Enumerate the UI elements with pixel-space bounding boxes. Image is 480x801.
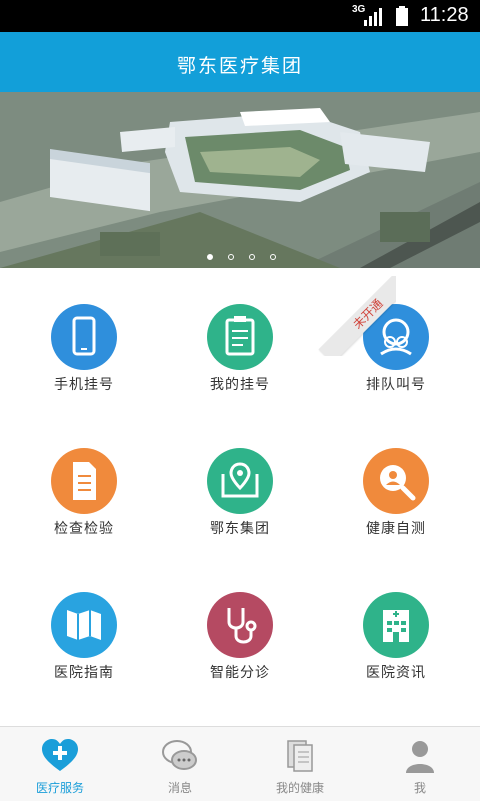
tab-label: 消息 <box>167 781 192 795</box>
header-bar: 鄂东医疗集团 <box>0 32 480 92</box>
tab-messages[interactable]: 消息 <box>120 727 240 801</box>
service-health-self-test[interactable]: 健康自测 <box>336 448 456 558</box>
clock: 11:28 <box>420 4 469 26</box>
service-hospital-news[interactable]: 医院资讯 <box>336 592 456 702</box>
battery-icon <box>396 6 408 26</box>
service-my-registration[interactable]: 我的挂号 <box>180 304 300 414</box>
banner-carousel[interactable] <box>0 92 480 268</box>
status-bar: 3G 11:28 <box>0 0 480 32</box>
tab-label: 医疗服务 <box>35 781 84 795</box>
chat-bubbles-icon <box>162 740 197 770</box>
phone-icon <box>51 304 117 370</box>
service-edong-group[interactable]: 鄂东集团 <box>180 448 300 558</box>
badge-text: 未开通 <box>318 276 396 356</box>
hospital-aerial-image <box>0 92 480 268</box>
service-label: 医院指南 <box>54 665 114 681</box>
signal-icon <box>364 8 382 26</box>
service-label: 智能分诊 <box>210 665 270 681</box>
carousel-indicator <box>207 254 277 262</box>
service-label: 手机挂号 <box>54 377 114 393</box>
tab-my-health[interactable]: 我的健康 <box>240 727 360 801</box>
service-label: 健康自测 <box>366 521 426 537</box>
carousel-dot[interactable] <box>228 254 234 260</box>
service-label: 检查检验 <box>54 521 114 537</box>
tab-label: 我的健康 <box>275 781 324 795</box>
service-label: 我的挂号 <box>210 377 270 393</box>
map-icon <box>51 592 117 658</box>
carousel-dot[interactable] <box>249 254 255 260</box>
documents-icon <box>287 740 313 772</box>
page-title: 鄂东医疗集团 <box>176 55 303 77</box>
tab-label: 我 <box>413 781 426 795</box>
service-mobile-registration[interactable]: 手机挂号 <box>24 304 144 414</box>
service-label: 医院资讯 <box>366 665 426 681</box>
service-hospital-guide[interactable]: 医院指南 <box>24 592 144 702</box>
service-smart-triage[interactable]: 智能分诊 <box>180 592 300 702</box>
tab-medical-services[interactable]: 医疗服务 <box>0 727 120 801</box>
not-available-badge: 未开通 <box>316 276 396 356</box>
carousel-dot[interactable] <box>207 254 213 260</box>
stethoscope-icon <box>207 592 273 658</box>
magnifier-person-icon <box>363 448 429 514</box>
map-pin-icon <box>207 448 273 514</box>
heart-plus-icon <box>42 739 78 771</box>
service-examination[interactable]: 检查检验 <box>24 448 144 558</box>
tab-me[interactable]: 我 <box>360 727 480 801</box>
service-label: 鄂东集团 <box>210 521 270 537</box>
carousel-dot[interactable] <box>270 254 276 260</box>
document-icon <box>51 448 117 514</box>
hospital-building-icon <box>363 592 429 658</box>
service-label: 排队叫号 <box>366 377 426 393</box>
clipboard-icon <box>207 304 273 370</box>
user-icon <box>406 741 434 773</box>
bottom-tab-bar: 医疗服务 消息 我的健康 我 <box>0 726 480 801</box>
